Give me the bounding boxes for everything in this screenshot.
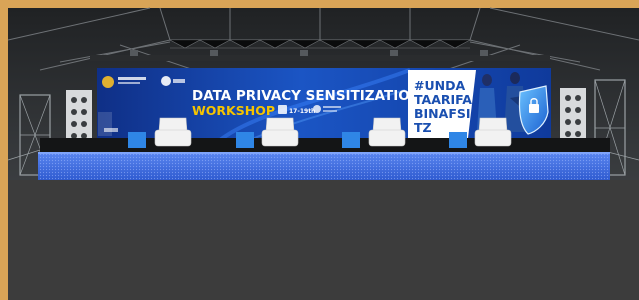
stage-floor — [40, 138, 610, 154]
armchair — [368, 117, 406, 147]
hashtag-line-1: #UNDA — [414, 78, 465, 93]
side-table — [236, 132, 254, 148]
side-table — [342, 132, 360, 148]
banner-subheadline: WORKSHOP — [192, 103, 275, 118]
banner-date: 17-19th — [289, 108, 315, 115]
lower-dark-panel — [8, 180, 639, 300]
hashtag-line-3: BINAFSI — [414, 106, 471, 121]
stage-render-image: DATA PRIVACY SENSITIZATION WORKSHOP 17-1… — [0, 0, 639, 300]
side-table — [128, 132, 146, 148]
ministry-logo — [161, 76, 171, 86]
location-icon — [313, 105, 321, 113]
coat-of-arms-logo — [102, 76, 114, 88]
lock-icon — [529, 104, 539, 113]
armchair — [154, 117, 192, 147]
banner-headline: DATA PRIVACY SENSITIZATION — [192, 88, 421, 104]
hashtag-line-4: TZ — [414, 120, 432, 135]
side-table — [449, 132, 467, 148]
stage-illustration: DATA PRIVACY SENSITIZATION WORKSHOP 17-1… — [0, 0, 639, 300]
armchair — [261, 117, 299, 147]
armchair — [474, 117, 512, 147]
hashtag-line-2: TAARIFA — [414, 92, 472, 107]
calendar-icon — [278, 105, 287, 114]
